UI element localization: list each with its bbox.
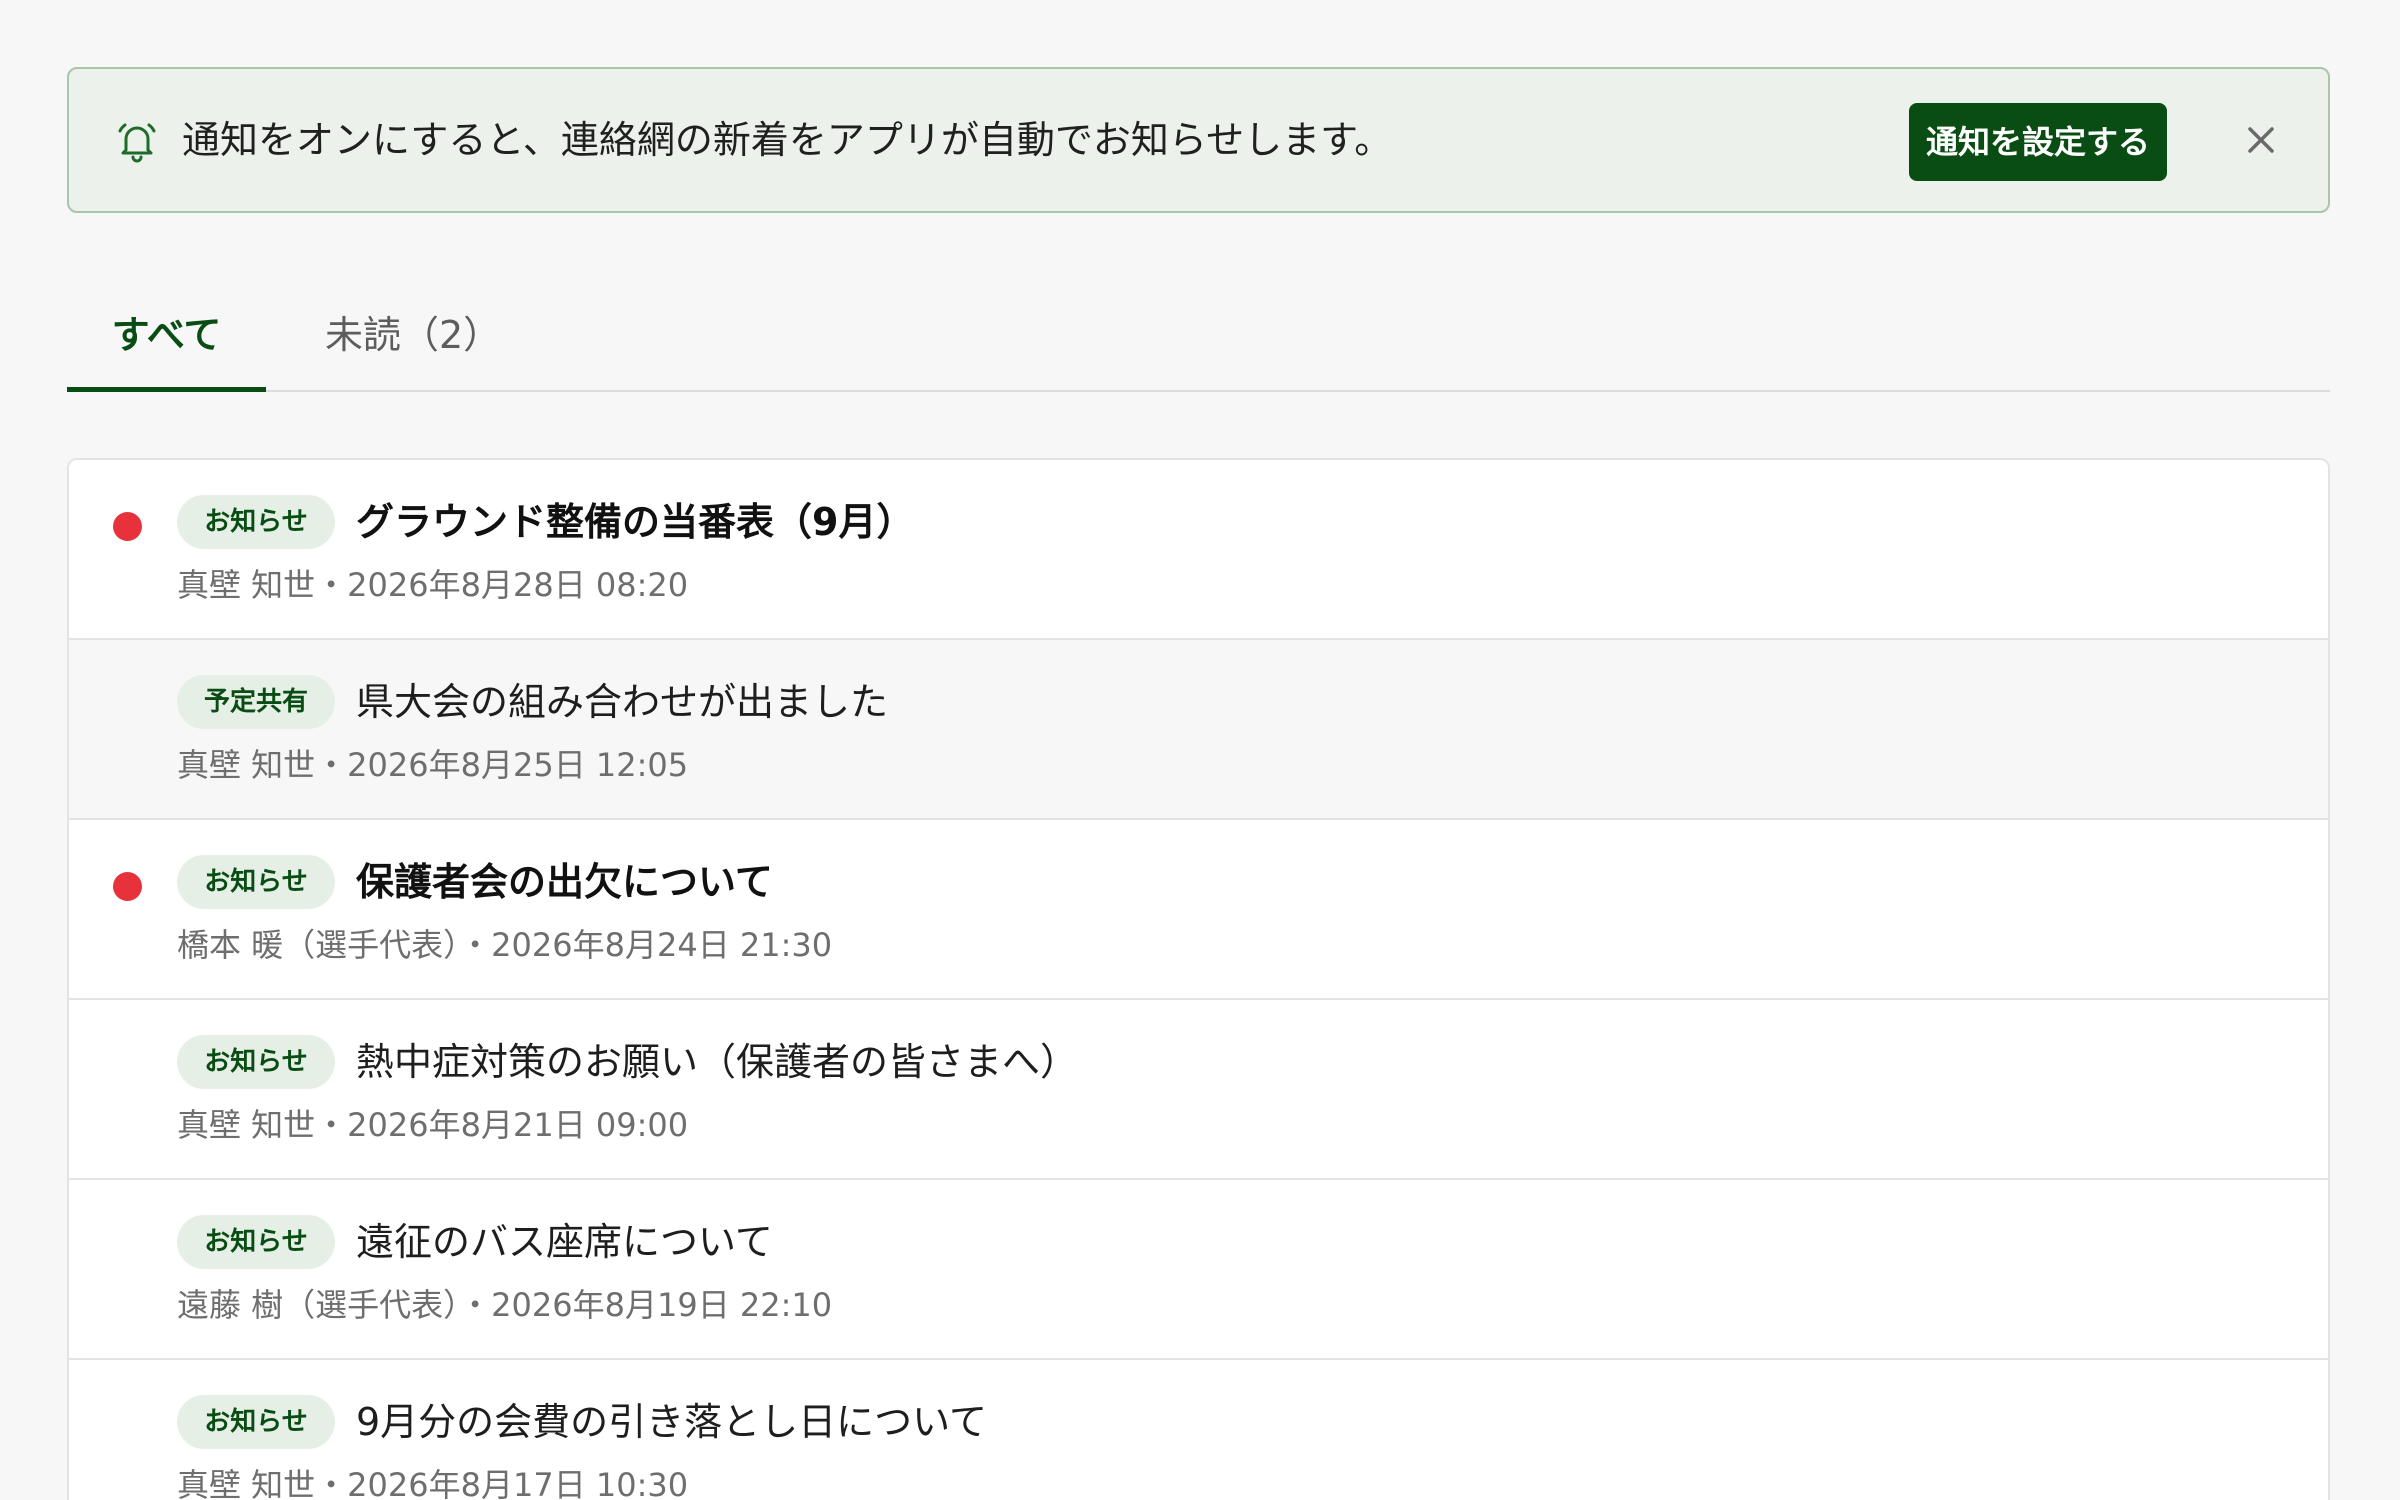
category-badge: お知らせ	[177, 1035, 335, 1089]
category-badge: 予定共有	[177, 675, 335, 729]
message-title: 保護者会の出欠について	[356, 860, 773, 904]
notification-settings-button[interactable]: 通知を設定する	[1909, 103, 2167, 181]
list-item[interactable]: お知らせ グラウンド整備の当番表（9月） 真壁 知世・2026年8月28日 08…	[69, 460, 2328, 640]
message-title: 9月分の会費の引き落とし日について	[356, 1400, 988, 1444]
bell-icon	[114, 119, 160, 165]
message-title: グラウンド整備の当番表（9月）	[356, 500, 915, 544]
notifications-page: 通知をオンにすると、連絡網の新着をアプリが自動でお知らせします。 通知を設定する…	[0, 0, 2400, 1500]
close-icon[interactable]	[2237, 116, 2285, 164]
unread-indicator	[113, 872, 142, 901]
list-item[interactable]: お知らせ 保護者会の出欠について 橋本 暖（選手代表）・2026年8月24日 2…	[69, 820, 2328, 1000]
message-list: お知らせ グラウンド整備の当番表（9月） 真壁 知世・2026年8月28日 08…	[67, 458, 2330, 1500]
category-badge: お知らせ	[177, 1215, 335, 1269]
tab-bar: すべて 未読（2）	[67, 290, 2330, 392]
message-title: 県大会の組み合わせが出ました	[356, 680, 889, 724]
category-badge: お知らせ	[177, 495, 335, 549]
tab-all[interactable]: すべて	[67, 290, 266, 392]
message-meta: 真壁 知世・2026年8月28日 08:20	[177, 566, 689, 604]
message-title: 熱中症対策のお願い（保護者の皆さまへ）	[356, 1040, 1079, 1084]
message-title: 遠征のバス座席について	[356, 1220, 773, 1264]
category-badge: お知らせ	[177, 855, 335, 909]
message-meta: 真壁 知世・2026年8月25日 12:05	[177, 746, 689, 784]
message-meta: 橋本 暖（選手代表）・2026年8月24日 21:30	[177, 926, 833, 964]
message-meta: 真壁 知世・2026年8月21日 09:00	[177, 1106, 689, 1144]
category-badge: お知らせ	[177, 1395, 335, 1449]
list-item[interactable]: 予定共有 県大会の組み合わせが出ました 真壁 知世・2026年8月25日 12:…	[69, 640, 2328, 820]
list-item[interactable]: お知らせ 遠征のバス座席について 遠藤 樹（選手代表）・2026年8月19日 2…	[69, 1180, 2328, 1360]
banner-message: 通知をオンにすると、連絡網の新着をアプリが自動でお知らせします。	[182, 118, 1393, 162]
list-item[interactable]: お知らせ 9月分の会費の引き落とし日について 真壁 知世・2026年8月17日 …	[69, 1360, 2328, 1500]
unread-indicator	[113, 512, 142, 541]
list-item[interactable]: お知らせ 熱中症対策のお願い（保護者の皆さまへ） 真壁 知世・2026年8月21…	[69, 1000, 2328, 1180]
message-meta: 遠藤 樹（選手代表）・2026年8月19日 22:10	[177, 1286, 833, 1324]
tab-unread[interactable]: 未読（2）	[325, 290, 501, 390]
message-meta: 真壁 知世・2026年8月17日 10:30	[177, 1466, 689, 1500]
notification-banner: 通知をオンにすると、連絡網の新着をアプリが自動でお知らせします。 通知を設定する	[67, 67, 2330, 213]
